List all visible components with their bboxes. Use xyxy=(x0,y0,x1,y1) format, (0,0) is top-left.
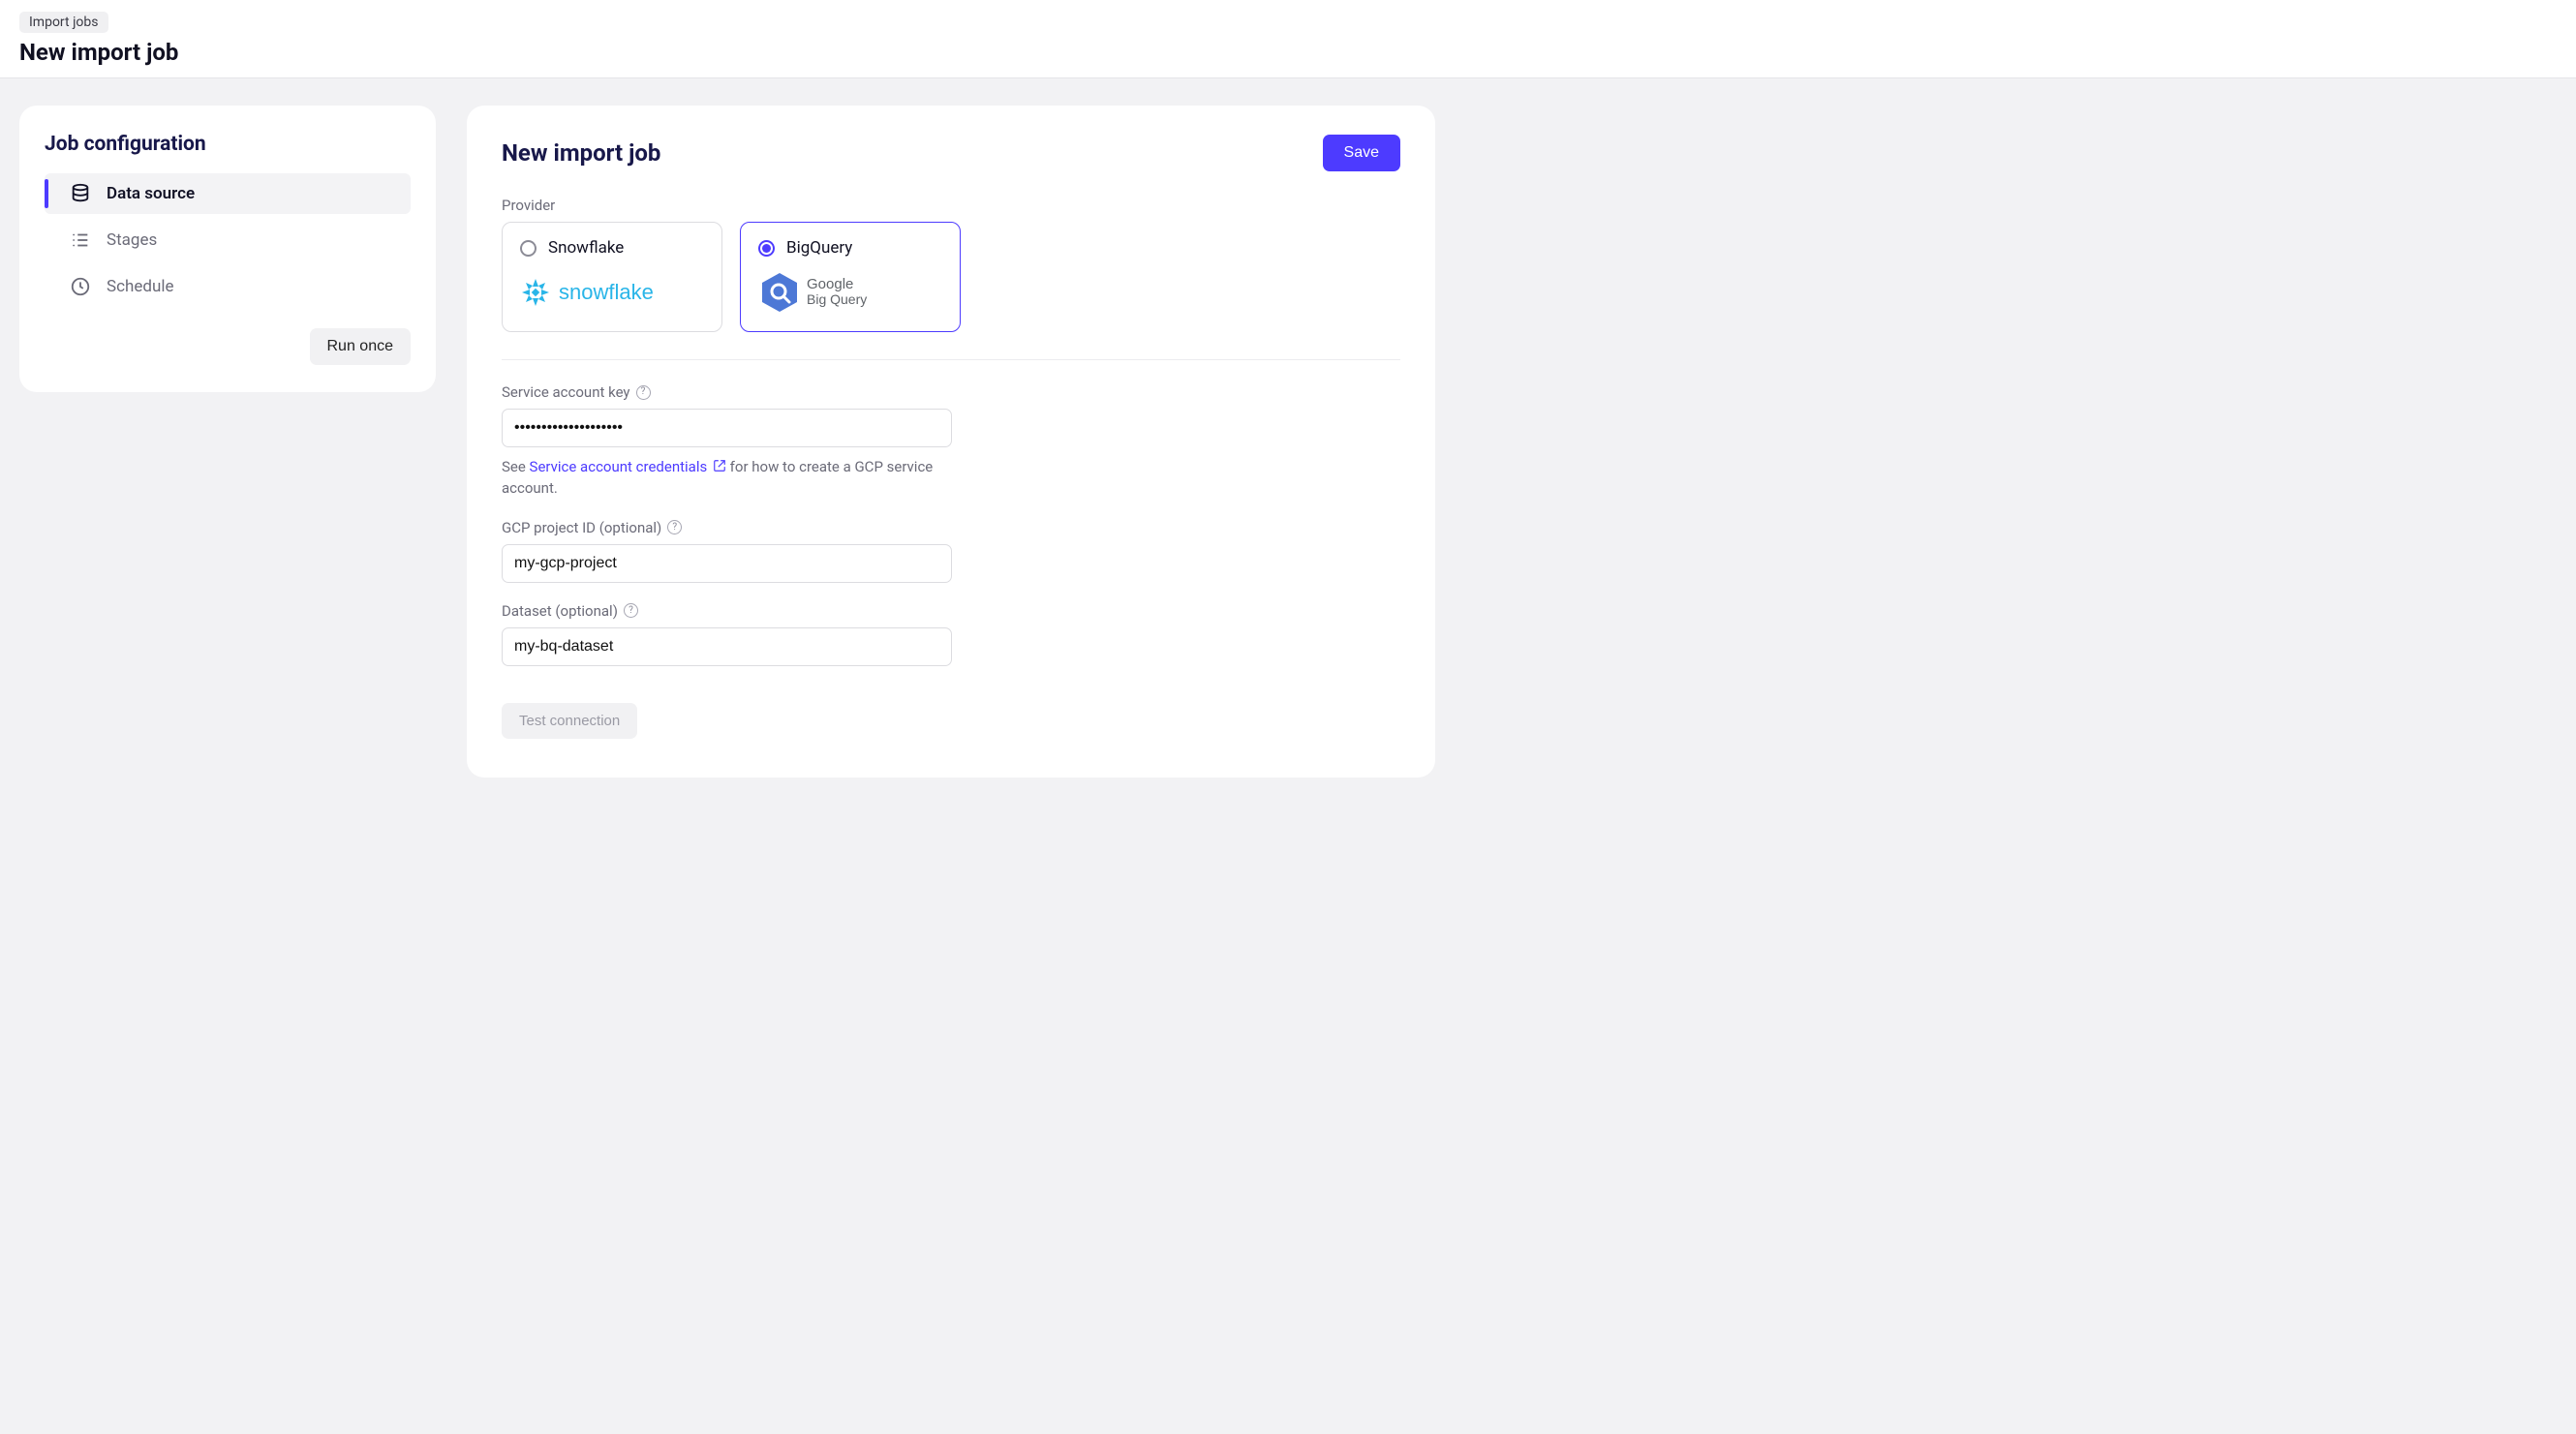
svg-text:snowflake: snowflake xyxy=(559,280,654,304)
field-dataset: Dataset (optional) ? xyxy=(502,602,1400,666)
service-credentials-link[interactable]: Service account credentials xyxy=(530,458,726,475)
svg-text:Google: Google xyxy=(807,276,853,292)
project-id-input[interactable] xyxy=(502,544,952,583)
provider-name: Snowflake xyxy=(548,238,624,258)
radio-icon xyxy=(758,240,775,257)
provider-label: Provider xyxy=(502,197,1400,214)
sidebar-item-label: Data source xyxy=(107,184,195,203)
field-gcp-project-id: GCP project ID (optional) ? xyxy=(502,519,1400,583)
save-button[interactable]: Save xyxy=(1323,135,1400,171)
form-title: New import job xyxy=(502,139,660,167)
provider-option-bigquery[interactable]: BigQuery Google Big Query xyxy=(740,222,961,332)
dataset-label: Dataset (optional) xyxy=(502,602,618,620)
job-config-nav: Data source Stages xyxy=(45,173,411,307)
database-icon xyxy=(70,183,91,204)
field-service-account-key: Service account key ? See Service accoun… xyxy=(502,383,1400,500)
clock-icon xyxy=(70,276,91,297)
snowflake-logo: snowflake xyxy=(520,271,704,314)
job-config-title: Job configuration xyxy=(45,133,411,156)
run-once-button[interactable]: Run once xyxy=(310,328,412,365)
sidebar-item-label: Schedule xyxy=(107,277,173,296)
divider xyxy=(502,359,1400,360)
help-icon[interactable]: ? xyxy=(624,603,638,618)
provider-options: Snowflake xyxy=(502,222,1400,332)
test-connection-button: Test connection xyxy=(502,703,637,739)
service-key-label: Service account key xyxy=(502,383,630,401)
bigquery-logo: Google Big Query xyxy=(758,271,942,314)
job-config-card: Job configuration Data source xyxy=(19,106,436,392)
list-icon xyxy=(70,229,91,251)
radio-icon xyxy=(520,240,537,257)
provider-option-snowflake[interactable]: Snowflake xyxy=(502,222,722,332)
service-key-input[interactable] xyxy=(502,409,952,447)
project-id-label: GCP project ID (optional) xyxy=(502,519,661,536)
svg-text:Big Query: Big Query xyxy=(807,291,867,307)
page-header: Import jobs New import job xyxy=(0,0,2576,78)
sidebar-item-schedule[interactable]: Schedule xyxy=(45,266,411,307)
page-title: New import job xyxy=(19,39,2557,66)
service-key-hint: See Service account credentials for how … xyxy=(502,457,957,500)
sidebar-item-stages[interactable]: Stages xyxy=(45,220,411,260)
external-link-icon xyxy=(713,459,726,473)
page-body: Job configuration Data source xyxy=(0,78,2576,1434)
breadcrumb[interactable]: Import jobs xyxy=(19,12,108,33)
sidebar-item-data-source[interactable]: Data source xyxy=(45,173,411,214)
sidebar-item-label: Stages xyxy=(107,230,157,250)
provider-name: BigQuery xyxy=(786,238,852,258)
dataset-input[interactable] xyxy=(502,627,952,666)
help-icon[interactable]: ? xyxy=(636,385,651,400)
help-icon[interactable]: ? xyxy=(667,520,682,534)
import-job-form: New import job Save Provider Snowflake xyxy=(467,106,1435,778)
